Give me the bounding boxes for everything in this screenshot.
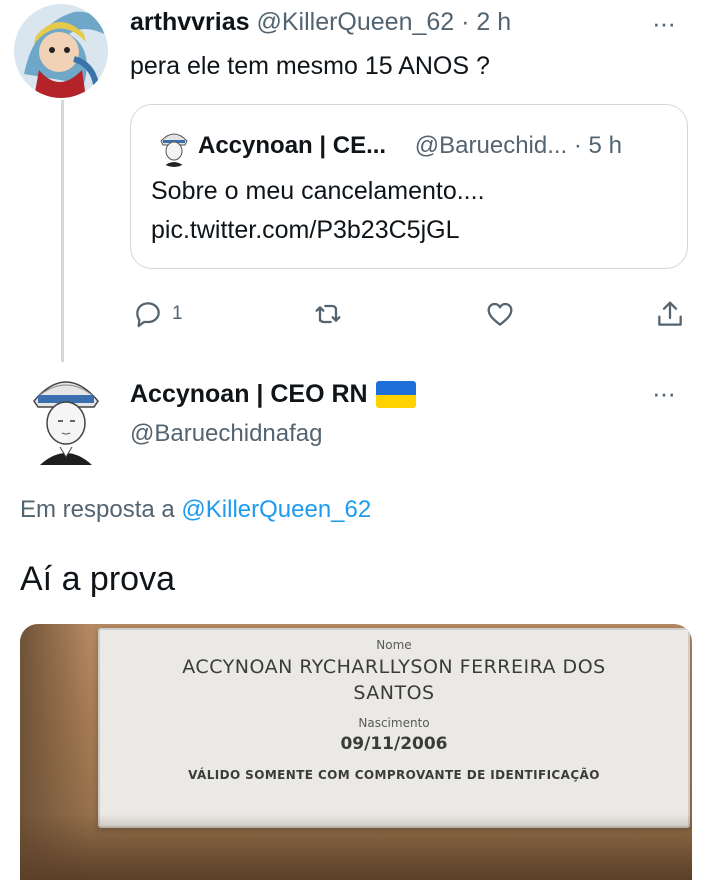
retweet-icon [315,304,341,324]
heart-icon [487,302,513,326]
main-display-name-row[interactable]: Accynoan | CEO RN [130,380,416,409]
timestamp[interactable]: · 2 h [461,8,511,36]
retweet-button[interactable] [312,298,344,330]
thread-line [61,100,64,362]
name-line-1: ACCYNOAN RYCHARLLYSON FERREIRA DOS [182,656,606,678]
reply-button[interactable]: 1 [132,298,183,330]
handle[interactable]: @Baruechidnafag [130,420,323,448]
reply-to-link[interactable]: @KillerQueen_62 [181,496,371,523]
like-button[interactable] [484,298,516,330]
reply-icon [136,302,160,328]
quoted-text: Sobre o meu cancelamento.... [151,177,485,205]
quoted-avatar [155,127,193,167]
tweet-text: pera ele tem mesmo 15 ANOS ? [130,52,490,80]
validity-note: VÁLIDO SOMENTE COM COMPROVANTE DE IDENTI… [188,768,600,782]
avatar[interactable] [20,365,112,465]
quoted-timestamp: · 5 h [573,132,622,159]
quoted-header: Accynoan | CE... @Baruechid... · 5 h [198,132,622,160]
reply-context: Em resposta a @KillerQueen_62 [20,496,371,524]
ukraine-flag-icon [375,381,416,408]
display-name[interactable]: arthvvrias [130,8,250,36]
name-line-2: SANTOS [353,682,435,704]
share-icon [658,301,682,326]
reply-to-prefix: Em resposta a [20,496,175,523]
display-name[interactable]: Accynoan | CEO RN [130,380,368,409]
quoted-display-name: Accynoan | CE... [198,132,387,159]
nascimento-label: Nascimento [358,716,430,730]
id-label-sticker: Nome ACCYNOAN RYCHARLLYSON FERREIRA DOS … [98,628,690,828]
avatar[interactable] [14,4,108,98]
more-icon[interactable]: ··· [652,10,676,36]
more-icon[interactable]: ··· [652,380,676,406]
nome-label: Nome [376,638,412,652]
share-button[interactable] [654,298,686,330]
quoted-handle: @Baruechid... [414,132,568,159]
handle[interactable]: @KillerQueen_62 [256,8,454,36]
reply-count: 1 [172,303,183,324]
tweet-text: Aí a prova [20,560,175,598]
birth-date: 09/11/2006 [340,734,448,754]
quoted-link[interactable]: pic.twitter.com/P3b23C5jGL [151,216,459,245]
tweet-photo[interactable]: Nome ACCYNOAN RYCHARLLYSON FERREIRA DOS … [20,624,692,880]
reply-tweet-header: arthvvrias @KillerQueen_62 · 2 h [130,8,511,37]
